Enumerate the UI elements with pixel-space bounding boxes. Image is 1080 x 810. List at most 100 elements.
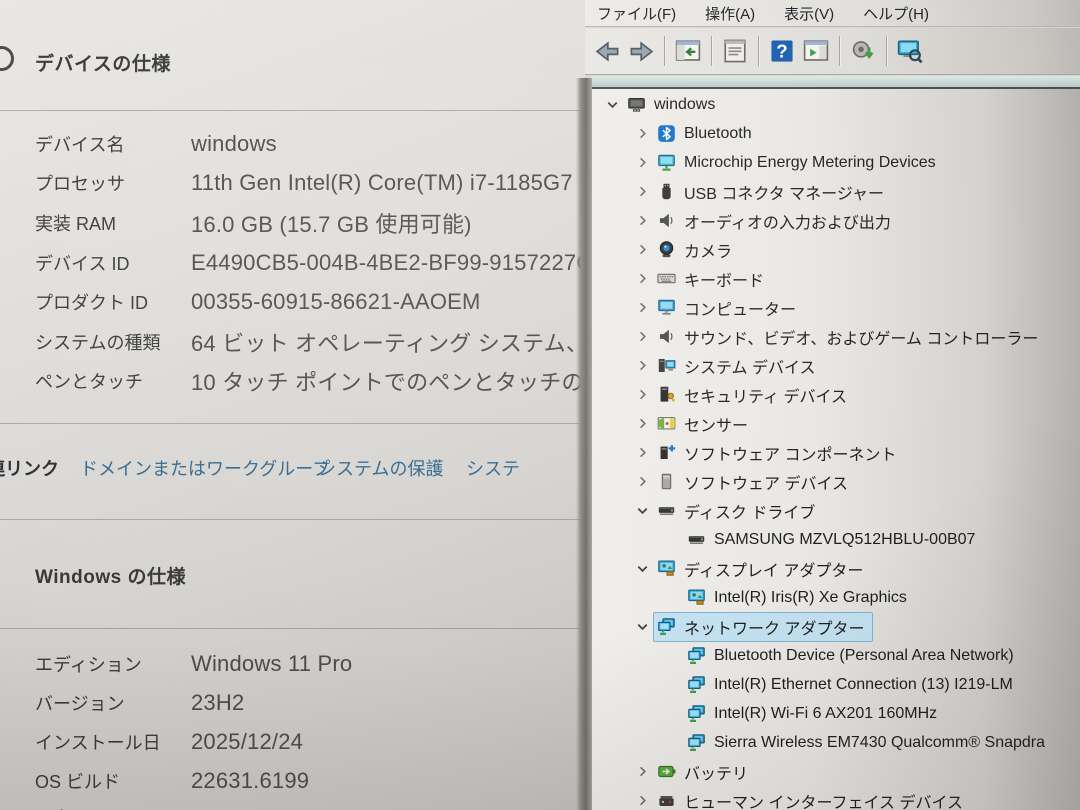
tree-item-target[interactable]: Bluetooth Device (Personal Area Network): [683, 643, 1023, 668]
device-spec-row: システムの種類64 ビット オペレーティング システム、x64 ベー: [35, 322, 583, 362]
tree-item-target[interactable]: セキュリティ デバイス: [653, 380, 856, 410]
tree-item-target[interactable]: Sierra Wireless EM7430 Qualcomm® Snapdra: [683, 730, 1054, 755]
tree-item-target[interactable]: バッテリ: [653, 757, 757, 787]
tree-item-label: Microchip Energy Metering Devices: [684, 154, 936, 172]
tree-item-target[interactable]: Intel(R) Iris(R) Xe Graphics: [683, 585, 916, 610]
chevron-right-icon[interactable]: [631, 125, 653, 143]
windows-spec-row: インストール日2025/12/24: [35, 722, 583, 761]
chevron-down-icon[interactable]: [631, 560, 653, 578]
tree-item[interactable]: ソフトウェア コンポーネント: [591, 438, 1080, 467]
device-specs-list: デバイス名windowsプロセッサ11th Gen Intel(R) Core(…: [35, 124, 583, 401]
tree-item[interactable]: Sierra Wireless EM7430 Qualcomm® Snapdra: [591, 728, 1080, 757]
tree-item-target[interactable]: Intel(R) Wi-Fi 6 AX201 160MHz: [683, 701, 946, 726]
tree-item-target[interactable]: コンピューター: [653, 293, 805, 323]
tree-item-target[interactable]: ヒューマン インターフェイス デバイス: [653, 786, 972, 810]
menu-item[interactable]: 表示(V): [784, 3, 834, 24]
tree-item-target[interactable]: Bluetooth: [653, 121, 761, 146]
chevron-right-icon[interactable]: [631, 299, 653, 317]
chevron-down-icon[interactable]: [601, 96, 623, 114]
tree-item-target[interactable]: キーボード: [653, 264, 773, 294]
tree-item-target[interactable]: ネットワーク アダプター: [653, 612, 873, 642]
tree-item[interactable]: SAMSUNG MZVLQ512HBLU-00B07: [591, 525, 1080, 554]
tree-item[interactable]: センサー: [591, 409, 1080, 438]
tree-item-target[interactable]: USB コネクタ マネージャー: [653, 177, 893, 207]
scan-hardware-changes-icon[interactable]: [895, 36, 925, 66]
chevron-down-icon[interactable]: [631, 502, 653, 520]
chevron-right-icon[interactable]: [631, 212, 653, 230]
tree-item[interactable]: ネットワーク アダプター: [591, 612, 1080, 641]
chevron-right-icon[interactable]: [631, 444, 653, 462]
tree-item-target[interactable]: ソフトウェア コンポーネント: [653, 438, 905, 468]
chevron-right-icon[interactable]: [631, 386, 653, 404]
tree-item-target[interactable]: Intel(R) Ethernet Connection (13) I219-L…: [683, 672, 1022, 697]
tree-item-target[interactable]: サウンド、ビデオ、およびゲーム コントローラー: [653, 322, 1047, 352]
tree-item[interactable]: キーボード: [591, 264, 1080, 293]
menu-item[interactable]: ヘルプ(H): [863, 3, 929, 24]
tree-item-label: Intel(R) Iris(R) Xe Graphics: [714, 589, 907, 607]
tree-item[interactable]: Bluetooth: [591, 119, 1080, 148]
tree-item[interactable]: ディスプレイ アダプター: [591, 554, 1080, 583]
tree-item[interactable]: ディスク ドライブ: [591, 496, 1080, 525]
menu-item[interactable]: 操作(A): [705, 3, 755, 24]
tree-item[interactable]: バッテリ: [591, 757, 1080, 786]
svg-text:?: ?: [776, 41, 787, 62]
properties-icon[interactable]: [720, 36, 750, 66]
disk-icon: [657, 501, 676, 520]
software-device-icon: [657, 472, 676, 491]
tree-item[interactable]: ソフトウェア デバイス: [591, 467, 1080, 496]
tree-item[interactable]: Intel(R) Ethernet Connection (13) I219-L…: [591, 670, 1080, 699]
tree-item-target[interactable]: カメラ: [653, 235, 741, 265]
device-spec-label: プロダクト ID: [35, 289, 191, 315]
menu-item[interactable]: ファイル(F): [597, 3, 676, 24]
tree-item[interactable]: Bluetooth Device (Personal Area Network): [591, 641, 1080, 670]
action-pane-icon[interactable]: [801, 36, 831, 66]
audio-icon: [657, 327, 676, 346]
chevron-right-icon[interactable]: [631, 183, 653, 201]
computer-icon: [627, 95, 646, 114]
display-adapter-icon: [687, 588, 706, 607]
related-link[interactable]: システムの保護: [318, 455, 443, 481]
tree-item-target[interactable]: ソフトウェア デバイス: [653, 467, 857, 497]
forward-icon[interactable]: [626, 36, 656, 66]
tree-item[interactable]: USB コネクタ マネージャー: [591, 177, 1080, 206]
show-console-tree-icon[interactable]: [673, 36, 703, 66]
tree-item-target[interactable]: windows: [623, 92, 724, 117]
help-icon[interactable]: ?: [767, 36, 797, 66]
tree-item[interactable]: オーディオの入力および出力: [591, 206, 1080, 235]
chevron-right-icon[interactable]: [631, 763, 653, 781]
tree-item-target[interactable]: センサー: [653, 409, 757, 439]
tree-item[interactable]: Intel(R) Iris(R) Xe Graphics: [591, 583, 1080, 612]
chevron-right-icon[interactable]: [631, 792, 653, 810]
windows-spec-row: OS ビルド22631.6199: [35, 761, 583, 800]
chevron-right-icon[interactable]: [631, 415, 653, 433]
tree-item[interactable]: システム デバイス: [591, 351, 1080, 380]
chevron-right-icon[interactable]: [631, 270, 653, 288]
chevron-right-icon[interactable]: [631, 473, 653, 491]
usb-icon: [657, 182, 676, 201]
tree-item-target[interactable]: SAMSUNG MZVLQ512HBLU-00B07: [683, 527, 984, 552]
tree-item-target[interactable]: オーディオの入力および出力: [653, 206, 900, 236]
tree-item[interactable]: ヒューマン インターフェイス デバイス: [591, 786, 1080, 810]
tree-item-target[interactable]: システム デバイス: [653, 351, 825, 381]
related-link[interactable]: ドメインまたはワークグループ: [80, 455, 330, 481]
tree-item[interactable]: サウンド、ビデオ、およびゲーム コントローラー: [591, 322, 1080, 351]
tree-item[interactable]: カメラ: [591, 235, 1080, 264]
back-icon[interactable]: [592, 36, 622, 66]
chevron-down-icon[interactable]: [631, 618, 653, 636]
tree-item-target[interactable]: Microchip Energy Metering Devices: [653, 150, 945, 175]
tree-item[interactable]: windows: [591, 90, 1080, 119]
tree-item-target[interactable]: ディスク ドライブ: [653, 496, 824, 526]
chevron-right-icon[interactable]: [631, 357, 653, 375]
tree-item[interactable]: コンピューター: [591, 293, 1080, 322]
tree-item-target[interactable]: ディスプレイ アダプター: [653, 554, 872, 584]
chevron-right-icon[interactable]: [631, 154, 653, 172]
tree-item[interactable]: Microchip Energy Metering Devices: [591, 148, 1080, 177]
device-tree: windows Bluetooth Microchip Energy Meterin…: [591, 89, 1080, 810]
chevron-right-icon[interactable]: [631, 328, 653, 346]
related-link[interactable]: システ: [466, 455, 520, 481]
tree-item[interactable]: セキュリティ デバイス: [591, 380, 1080, 409]
device-spec-value: E4490CB5-004B-4BE2-BF99-9157227C: [191, 250, 585, 276]
chevron-right-icon[interactable]: [631, 241, 653, 259]
tree-item[interactable]: Intel(R) Wi-Fi 6 AX201 160MHz: [591, 699, 1080, 728]
update-driver-icon[interactable]: [848, 36, 878, 66]
